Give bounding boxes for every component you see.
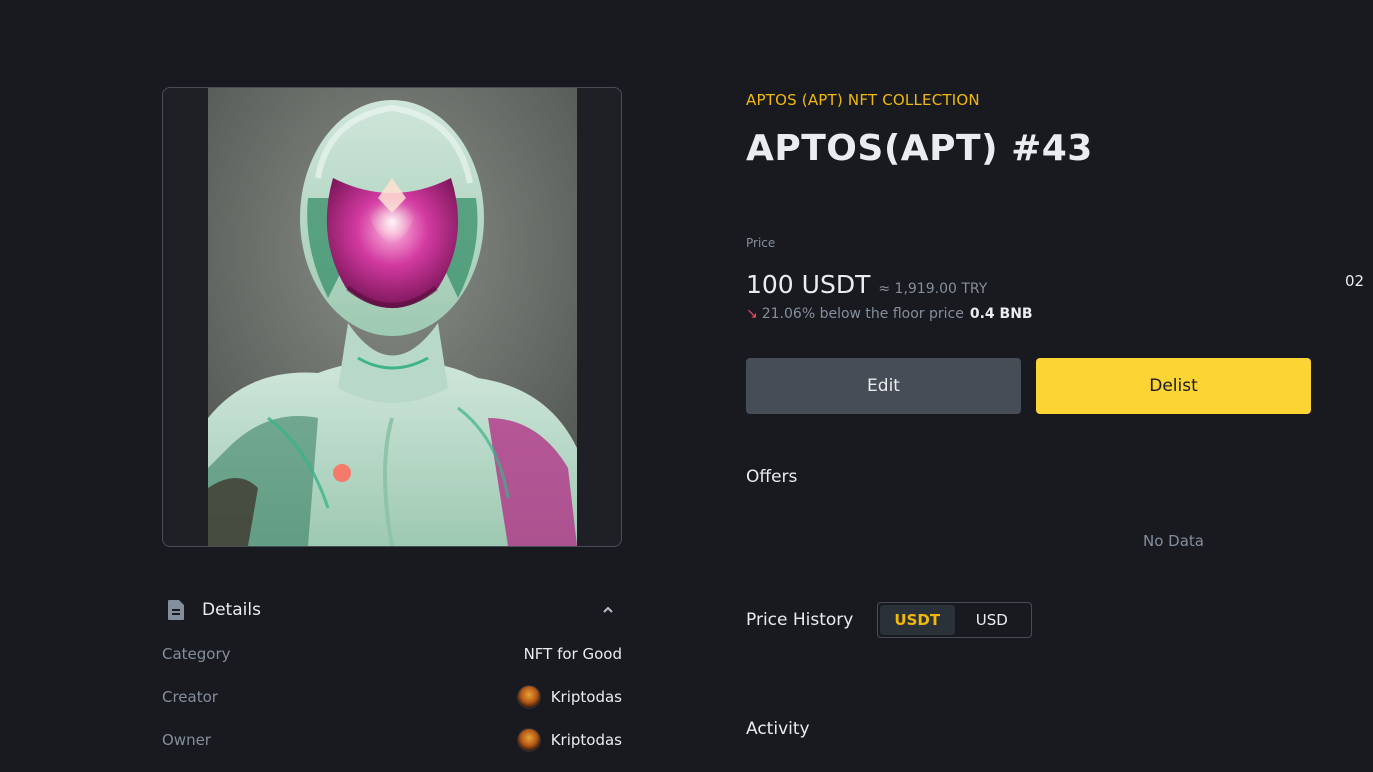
price-amount: 100 USDT	[746, 270, 871, 299]
toggle-usd[interactable]: USD	[955, 605, 1030, 635]
delist-button[interactable]: Delist	[1036, 358, 1311, 414]
floor-price-info: ↘ 21.06% below the floor price 0.4 BNB	[746, 306, 1033, 322]
detail-label: Owner	[162, 731, 211, 749]
arrow-down-right-icon: ↘	[746, 306, 758, 322]
detail-label: Category	[162, 645, 231, 663]
nft-image	[208, 88, 577, 546]
avatar	[516, 728, 541, 752]
price-history-title: Price History	[746, 610, 854, 630]
document-icon	[162, 596, 190, 624]
creator-link[interactable]: Kriptodas	[516, 685, 622, 709]
detail-value: NFT for Good	[523, 645, 622, 663]
toggle-usdt[interactable]: USDT	[880, 605, 955, 635]
nft-image-card[interactable]	[162, 87, 622, 547]
offers-title: Offers	[746, 467, 798, 487]
floor-text: 21.06% below the floor price	[761, 306, 964, 322]
collection-link[interactable]: APTOS (APT) NFT COLLECTION	[746, 91, 980, 109]
activity-title: Activity	[746, 719, 810, 739]
side-number: 02	[1345, 272, 1365, 290]
details-title: Details	[202, 600, 261, 620]
details-header[interactable]: Details	[162, 592, 622, 628]
chevron-up-icon[interactable]	[598, 600, 618, 620]
detail-row-category: Category NFT for Good	[162, 642, 622, 666]
edit-button[interactable]: Edit	[746, 358, 1021, 414]
owner-link[interactable]: Kriptodas	[516, 728, 622, 752]
detail-row-owner: Owner Kriptodas	[162, 728, 622, 752]
offers-empty: No Data	[1143, 532, 1204, 550]
creator-name: Kriptodas	[550, 688, 622, 706]
owner-name: Kriptodas	[550, 731, 622, 749]
avatar	[516, 685, 541, 709]
currency-toggle: USDT USD	[877, 602, 1032, 638]
nft-detail-page: Details Category NFT for Good Creator Kr…	[0, 0, 1373, 772]
nft-title: APTOS(APT) #43	[746, 128, 1093, 169]
floor-value: 0.4 BNB	[969, 306, 1033, 322]
price-label: Price	[746, 236, 776, 250]
detail-label: Creator	[162, 688, 218, 706]
price-fiat: ≈ 1,919.00 TRY	[878, 281, 988, 297]
detail-row-creator: Creator Kriptodas	[162, 685, 622, 709]
price-row: 100 USDT ≈ 1,919.00 TRY	[746, 270, 987, 299]
